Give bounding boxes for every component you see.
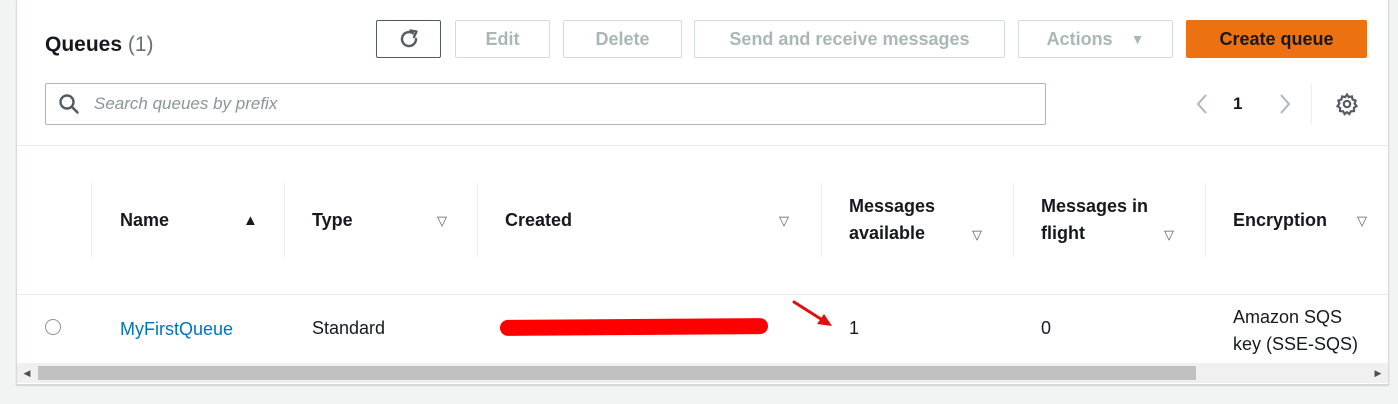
sort-ascending-icon[interactable]: ▲: [243, 212, 258, 229]
column-divider: [91, 183, 92, 257]
column-divider: [1205, 183, 1206, 257]
previous-page-button[interactable]: [1191, 88, 1213, 120]
column-header-messages-available-line2: available: [849, 223, 926, 243]
queues-panel: Queues (1) Edit Delete Send and receive …: [16, 0, 1389, 385]
sort-icon[interactable]: ▽: [972, 227, 982, 243]
search-box: [45, 83, 1046, 125]
refresh-button[interactable]: [376, 20, 441, 58]
current-page-number[interactable]: 1: [1233, 88, 1242, 120]
page-title-text: Queues: [45, 33, 123, 56]
next-page-button[interactable]: [1274, 88, 1296, 120]
column-header-messages-available-line1: Messages: [849, 196, 936, 216]
column-header-type[interactable]: Type: [312, 183, 353, 257]
scroll-right-icon[interactable]: ▶: [1368, 363, 1388, 383]
messages-available-value: 1: [849, 318, 860, 338]
search-input[interactable]: [92, 93, 996, 115]
column-divider: [1013, 183, 1014, 257]
redaction-mark: [499, 318, 769, 336]
column-header-messages-in-flight[interactable]: Messages in flight: [1041, 183, 1148, 257]
pagination-divider: [1311, 83, 1312, 125]
column-header-created[interactable]: Created: [505, 183, 572, 257]
refresh-icon: [400, 29, 418, 48]
queue-count: (1): [127, 33, 154, 56]
delete-button[interactable]: Delete: [563, 20, 682, 58]
column-divider: [821, 183, 822, 257]
column-divider: [284, 183, 285, 257]
column-divider: [477, 183, 478, 257]
chevron-left-icon: [1196, 94, 1207, 114]
chevron-right-icon: [1280, 94, 1291, 114]
column-header-messages-available[interactable]: Messages available: [849, 183, 935, 257]
column-header-messages-in-flight-line2: flight: [1041, 223, 1085, 243]
queue-type: Standard: [312, 318, 386, 338]
queue-name-link[interactable]: MyFirstQueue: [120, 319, 233, 340]
search-icon: [46, 93, 92, 115]
column-header-type-label: Type: [312, 209, 353, 230]
row-select-radio[interactable]: [45, 319, 61, 335]
page-title: Queues (1): [45, 33, 154, 57]
row-divider: [17, 294, 1388, 295]
encryption-value-line1: Amazon SQS: [1233, 307, 1343, 327]
encryption-value-line2: key (SSE-SQS): [1233, 334, 1359, 354]
horizontal-scrollbar[interactable]: ◀ ▶: [17, 363, 1388, 383]
preferences-button[interactable]: [1335, 92, 1359, 121]
sort-icon[interactable]: ▽: [1357, 213, 1367, 229]
actions-label: Actions: [1046, 28, 1113, 49]
send-receive-messages-button[interactable]: Send and receive messages: [694, 20, 1005, 58]
actions-dropdown[interactable]: Actions ▼: [1018, 20, 1173, 58]
create-queue-button[interactable]: Create queue: [1186, 20, 1367, 58]
column-header-name[interactable]: Name: [120, 183, 169, 257]
column-header-encryption[interactable]: Encryption: [1233, 183, 1327, 257]
encryption-value: Amazon SQS key (SSE-SQS): [1233, 304, 1358, 358]
header-divider: [17, 145, 1388, 146]
sort-icon[interactable]: ▽: [779, 213, 789, 229]
sort-icon[interactable]: ▽: [437, 213, 447, 229]
scrollbar-thumb[interactable]: [38, 366, 1196, 380]
column-header-created-label: Created: [505, 209, 573, 230]
sort-icon[interactable]: ▽: [1164, 227, 1174, 243]
scroll-left-icon[interactable]: ◀: [17, 363, 37, 383]
gear-icon: [1335, 92, 1359, 116]
column-header-messages-in-flight-line1: Messages in: [1041, 196, 1149, 216]
column-header-encryption-label: Encryption: [1233, 209, 1328, 230]
column-header-name-label: Name: [120, 209, 170, 230]
edit-button[interactable]: Edit: [455, 20, 550, 58]
annotation-arrow-icon: [792, 300, 832, 326]
caret-down-icon: ▼: [1130, 31, 1145, 47]
messages-in-flight-value: 0: [1041, 318, 1052, 338]
